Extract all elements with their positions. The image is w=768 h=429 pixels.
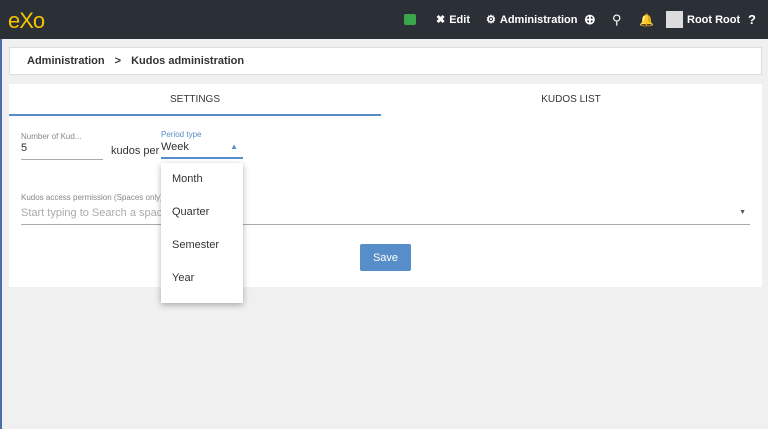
kudos-per-label: kudos per xyxy=(111,145,160,157)
avatar xyxy=(666,11,683,28)
chat-icon[interactable] xyxy=(404,14,416,25)
period-option[interactable]: Quarter xyxy=(161,196,243,229)
left-border xyxy=(0,39,2,429)
period-menu: Month Quarter Semester Year xyxy=(161,163,243,303)
period-option[interactable]: Month xyxy=(161,163,243,196)
save-button[interactable]: Save xyxy=(360,244,411,271)
tab-kudos-list[interactable]: Kudos list xyxy=(385,84,757,116)
breadcrumb: Administration > Kudos administration xyxy=(9,47,762,75)
permission-input[interactable]: Start typing to Search a space ▼ xyxy=(21,207,750,225)
permission-label: Kudos access permission (Spaces only) xyxy=(21,193,163,202)
period-option[interactable]: Semester xyxy=(161,229,243,262)
period-label: Period type xyxy=(161,130,202,139)
user-menu[interactable]: Root Root xyxy=(666,0,740,39)
bell-icon[interactable]: 🔔 xyxy=(639,0,654,39)
breadcrumb-current: Kudos administration xyxy=(131,55,245,67)
gear-icon: ⚙ xyxy=(486,14,496,26)
breadcrumb-root[interactable]: Administration xyxy=(27,55,105,67)
caret-up-icon: ▲ xyxy=(230,142,238,151)
period-option[interactable]: Year xyxy=(161,262,243,295)
edit-button[interactable]: ✖ Edit xyxy=(436,0,470,39)
number-label: Number of Kud... xyxy=(21,132,82,141)
add-icon[interactable]: ⊕ xyxy=(584,0,596,39)
period-select[interactable]: Week ▲ xyxy=(161,141,243,159)
help-icon[interactable]: ? xyxy=(748,0,756,39)
caret-down-icon: ▼ xyxy=(739,209,746,216)
top-bar: eXo ✖ Edit ⚙ Administration ⊕ ⚲ 🔔 Root Roo… xyxy=(0,0,768,39)
tab-settings[interactable]: Settings xyxy=(9,84,381,116)
tools-icon: ✖ xyxy=(436,14,446,26)
logo[interactable]: eXo xyxy=(8,8,45,34)
search-icon[interactable]: ⚲ xyxy=(612,0,622,39)
administration-button[interactable]: ⚙ Administration xyxy=(486,0,578,39)
number-input[interactable]: 5 xyxy=(21,142,103,160)
